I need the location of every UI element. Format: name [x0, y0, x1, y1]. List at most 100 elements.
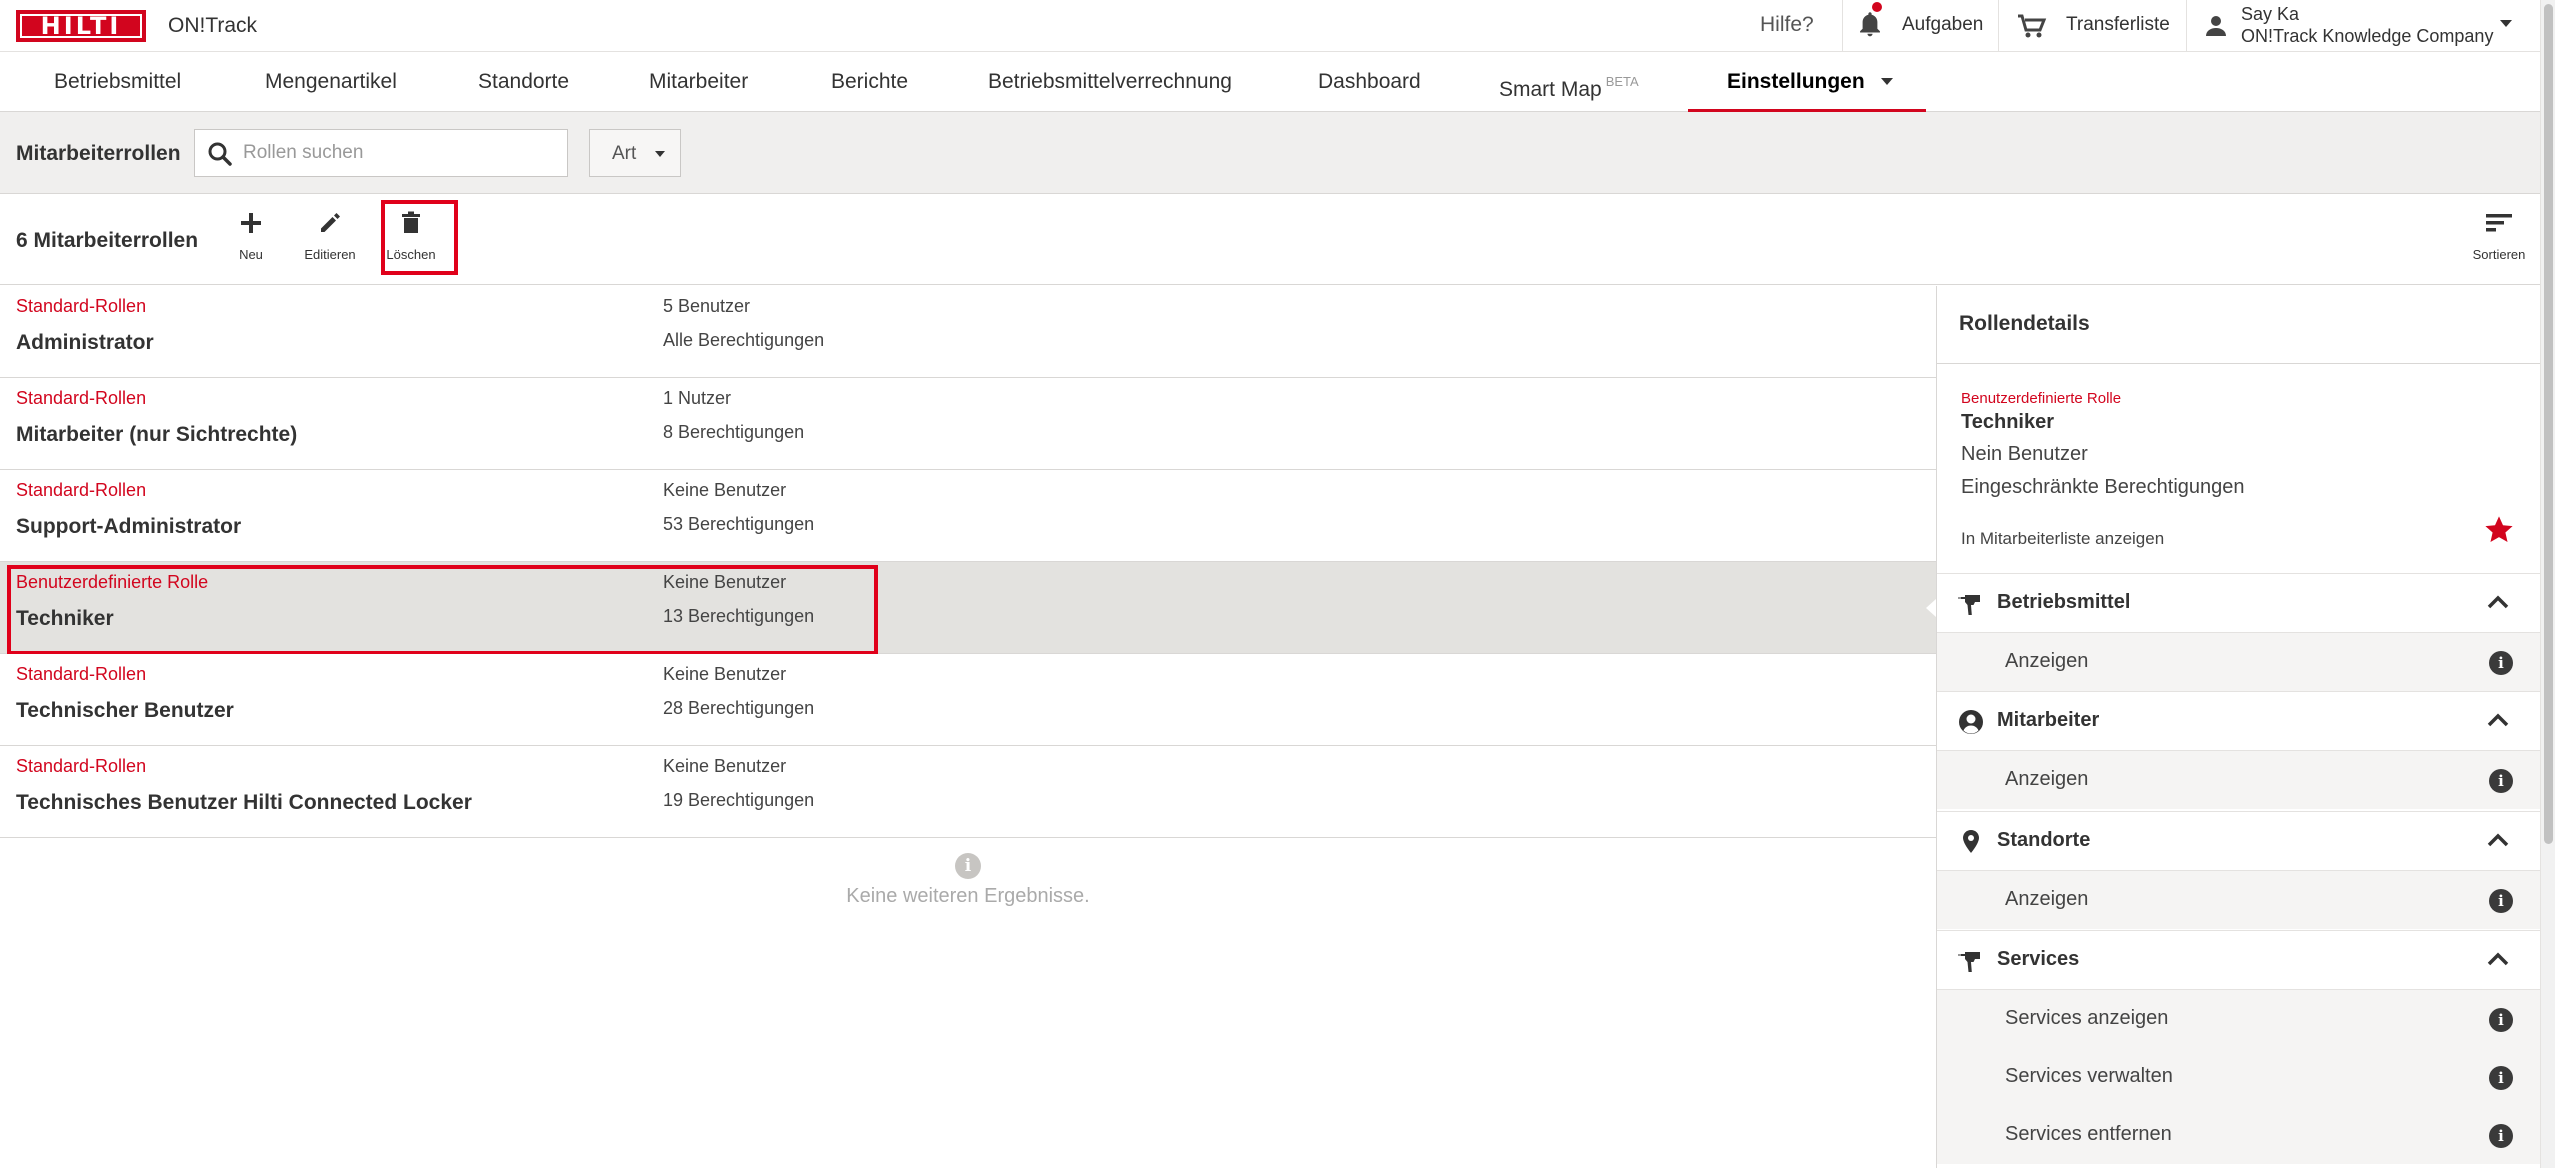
- role-users: 5 Benutzer: [663, 296, 751, 316]
- notification-dot: [1872, 2, 1882, 12]
- chevron-up-icon[interactable]: [2487, 594, 2509, 610]
- divider: [1842, 0, 1843, 52]
- pencil-icon: [321, 213, 340, 232]
- tasks-link[interactable]: Aufgaben: [1902, 14, 1983, 36]
- role-list: Standard-Rollen Administrator 5 Benutzer…: [0, 286, 1936, 838]
- app: HILTI ON!Track Hilfe? Aufgaben Transferl…: [0, 0, 2555, 1168]
- role-permissions: 53 Berechtigungen: [663, 514, 815, 534]
- nav-item-smart-map[interactable]: Smart Map BETA: [1499, 52, 1639, 112]
- type-select-value: Art: [612, 143, 637, 164]
- nav-item-berichte[interactable]: Berichte: [831, 52, 908, 112]
- info-icon: i: [955, 853, 981, 879]
- divider: [1998, 0, 1999, 52]
- nav-item-betriebsmittel[interactable]: Betriebsmittel: [54, 52, 181, 112]
- details-title: Rollendetails: [1959, 312, 2090, 335]
- role-type: Benutzerdefinierte Rolle: [16, 572, 209, 592]
- logo-text: HILTI: [40, 12, 122, 40]
- info-icon[interactable]: i: [2489, 1124, 2513, 1148]
- search-input[interactable]: [243, 138, 553, 168]
- role-name: Technisches Benutzer Hilti Connected Loc…: [16, 791, 472, 814]
- help-link[interactable]: Hilfe?: [1760, 13, 1814, 37]
- chevron-up-icon[interactable]: [2487, 951, 2509, 967]
- search-box[interactable]: [194, 129, 568, 177]
- search-icon: [208, 142, 232, 166]
- section-label: Mitarbeiter: [1997, 709, 2100, 731]
- role-row[interactable]: Standard-Rollen Technischer Benutzer Kei…: [0, 654, 1936, 746]
- star-icon[interactable]: [2483, 514, 2515, 546]
- user-menu-caret-icon[interactable]: [2500, 20, 2512, 27]
- info-icon[interactable]: i: [2489, 1008, 2513, 1032]
- nav-label: Smart Map: [1499, 78, 1602, 101]
- role-permissions: 13 Berechtigungen: [663, 606, 815, 626]
- chevron-up-icon[interactable]: [2487, 832, 2509, 848]
- person-circle-icon: [1959, 710, 1983, 734]
- permission-row: Services entfernen i: [1937, 1106, 2540, 1164]
- nav-label: Einstellungen: [1727, 70, 1865, 93]
- bell-icon[interactable]: [1856, 10, 1884, 40]
- role-row-selected[interactable]: Benutzerdefinierte Rolle Techniker Keine…: [0, 562, 1936, 655]
- scrollbar-thumb[interactable]: [2544, 4, 2553, 844]
- role-row[interactable]: Standard-Rollen Mitarbeiter (nur Sichtre…: [0, 378, 1936, 470]
- transfer-list-link[interactable]: Transferliste: [2066, 14, 2170, 36]
- role-name: Mitarbeiter (nur Sichtrechte): [16, 423, 298, 446]
- cart-icon[interactable]: [2016, 12, 2048, 40]
- divider: [1937, 363, 2540, 364]
- edit-label: Editieren: [304, 247, 356, 262]
- user-name[interactable]: Say Ka: [2241, 4, 2299, 25]
- role-permissions: Alle Berechtigungen: [663, 330, 825, 350]
- role-details-panel: Rollendetails Benutzerdefinierte Rolle T…: [1936, 286, 2540, 1168]
- role-name: Technischer Benutzer: [16, 699, 234, 722]
- section-standorte[interactable]: Standorte: [1937, 811, 2540, 871]
- location-pin-icon: [1963, 830, 1979, 853]
- nav-item-mitarbeiter[interactable]: Mitarbeiter: [649, 52, 748, 112]
- role-users: Keine Benutzer: [663, 756, 787, 776]
- nav-item-dashboard[interactable]: Dashboard: [1318, 52, 1421, 112]
- permission-label: Anzeigen: [2005, 768, 2089, 790]
- nav-item-mengenartikel[interactable]: Mengenartikel: [265, 52, 397, 112]
- info-icon[interactable]: i: [2489, 889, 2513, 913]
- section-mitarbeiter[interactable]: Mitarbeiter: [1937, 691, 2540, 751]
- details-users: Nein Benutzer: [1961, 443, 2088, 465]
- section-betriebsmittel[interactable]: Betriebsmittel: [1937, 573, 2540, 633]
- chevron-up-icon[interactable]: [2487, 712, 2509, 728]
- page-title: Mitarbeiterrollen: [16, 142, 181, 165]
- nav-label: Betriebsmittel: [54, 70, 182, 93]
- permission-label: Anzeigen: [2005, 888, 2089, 910]
- user-icon[interactable]: [2204, 14, 2228, 38]
- nav-item-standorte[interactable]: Standorte: [478, 52, 569, 112]
- nav-label: Mitarbeiter: [649, 70, 749, 93]
- new-button[interactable]: Neu: [216, 205, 286, 275]
- edit-button[interactable]: Editieren: [295, 205, 365, 275]
- sort-button[interactable]: Sortieren: [2464, 205, 2534, 275]
- role-users: Keine Benutzer: [663, 572, 787, 592]
- role-row[interactable]: Standard-Rollen Technisches Benutzer Hil…: [0, 746, 1936, 838]
- role-users: Keine Benutzer: [663, 480, 787, 500]
- role-name: Techniker: [16, 607, 114, 630]
- delete-button[interactable]: Löschen: [376, 205, 446, 275]
- role-row[interactable]: Standard-Rollen Administrator 5 Benutzer…: [0, 286, 1936, 378]
- role-row[interactable]: Standard-Rollen Support-Administrator Ke…: [0, 470, 1936, 562]
- divider: [2186, 0, 2187, 52]
- filter-bar: Mitarbeiterrollen Art: [0, 112, 2540, 194]
- scrollbar[interactable]: [2540, 0, 2555, 1168]
- trash-icon: [402, 211, 420, 233]
- hilti-logo[interactable]: HILTI: [16, 10, 146, 42]
- permission-label: Services verwalten: [2005, 1065, 2173, 1087]
- nav-item-einstellungen[interactable]: Einstellungen: [1727, 52, 1893, 112]
- role-users: Keine Benutzer: [663, 664, 787, 684]
- info-icon[interactable]: i: [2489, 1066, 2513, 1090]
- permission-row: Anzeigen i: [1937, 751, 2540, 809]
- info-icon[interactable]: i: [2489, 769, 2513, 793]
- details-role-type: Benutzerdefinierte Rolle: [1961, 390, 2122, 407]
- permission-label: Services entfernen: [2005, 1123, 2172, 1145]
- role-count: 6 Mitarbeiterrollen: [16, 229, 199, 252]
- nav-item-betriebsmittelverrechnung[interactable]: Betriebsmittelverrechnung: [988, 52, 1232, 112]
- new-label: Neu: [239, 247, 263, 262]
- type-select[interactable]: Art: [589, 129, 681, 177]
- info-icon[interactable]: i: [2489, 651, 2513, 675]
- sort-label: Sortieren: [2472, 247, 2526, 262]
- show-in-list-label: In Mitarbeiterliste anzeigen: [1961, 529, 2165, 548]
- user-company[interactable]: ON!Track Knowledge Company: [2241, 26, 2493, 47]
- section-services[interactable]: Services: [1937, 930, 2540, 990]
- role-type: Standard-Rollen: [16, 388, 147, 408]
